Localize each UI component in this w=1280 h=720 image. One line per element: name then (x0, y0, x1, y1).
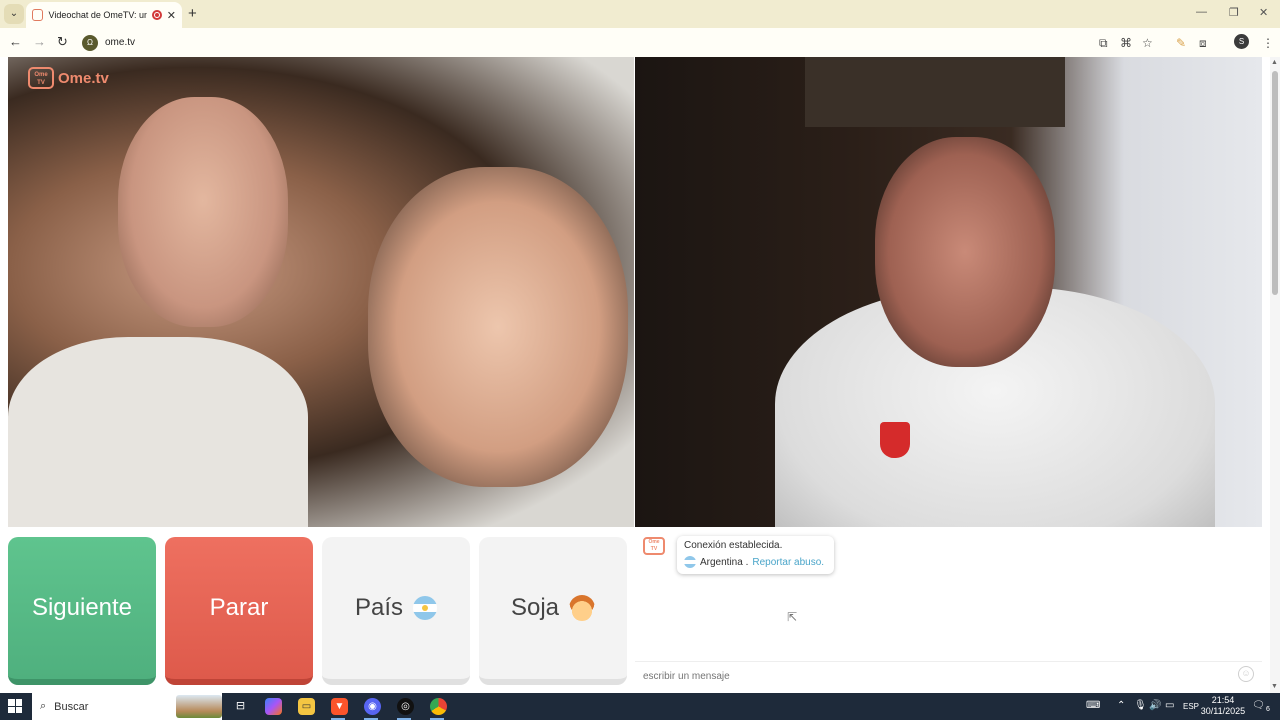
reload-icon[interactable]: ↻ (57, 34, 68, 50)
close-window-button[interactable]: ✕ (1259, 6, 1268, 19)
clock-time: 21:54 (1211, 695, 1235, 705)
keyboard-icon[interactable]: ⌨ (1086, 700, 1100, 711)
new-tab-button[interactable]: + (188, 5, 197, 22)
scroll-down-icon[interactable]: ▼ (1271, 683, 1278, 690)
notifications-icon[interactable]: 🗨 (1252, 700, 1265, 711)
address-bar[interactable]: Ω ome.tv (82, 33, 1092, 52)
windows-start-icon[interactable] (8, 699, 22, 713)
forward-arrow-icon[interactable]: → (33, 34, 46, 49)
mouse-cursor-icon: ⇱ (787, 610, 798, 624)
extensions-puzzle-icon[interactable]: ⧈ (1199, 36, 1207, 51)
gender-button-label: Soja (510, 594, 560, 621)
microphone-icon[interactable]: 🎙 (1134, 700, 1147, 711)
country-filter-button[interactable]: País (322, 537, 470, 685)
windows-taskbar: ⌕ Buscar ⊟ ▭ ▼ ◉ ◎ ⌨ ⌃ 🎙 🔊 ▭ ESP 21:54 3… (0, 693, 1280, 720)
next-button[interactable]: Siguiente (8, 537, 156, 685)
ometv-chat-icon: Ome TV (643, 537, 665, 555)
tray-expand-icon[interactable]: ⌃ (1117, 700, 1125, 711)
video-face-right (368, 167, 628, 487)
logo-text: Ome.tv (58, 69, 109, 87)
message-input[interactable] (635, 661, 1262, 691)
network-icon[interactable]: ▭ (1165, 700, 1174, 711)
self-video (635, 57, 1262, 527)
install-app-icon[interactable]: ⧉ (1099, 36, 1108, 51)
tab-close-button[interactable]: ✕ (167, 9, 176, 22)
argentina-flag-icon (684, 556, 696, 568)
emoji-smile-icon[interactable]: ☺ (1238, 666, 1254, 682)
boy-face-icon (569, 595, 596, 621)
report-abuse-link[interactable]: Reportar abuso. (752, 557, 824, 568)
chrome-icon[interactable] (430, 698, 447, 715)
task-view-icon[interactable]: ⊟ (232, 698, 249, 715)
discord-icon[interactable]: ◉ (364, 698, 381, 715)
obs-icon[interactable]: ◎ (397, 698, 414, 715)
gender-filter-button[interactable]: Soja (479, 537, 627, 685)
search-icon: ⌕ (40, 700, 47, 712)
video-shirt-shape (8, 337, 308, 527)
stop-button-label: Parar (209, 594, 269, 621)
country-button-label: País (354, 594, 404, 621)
minimize-button[interactable]: — (1196, 6, 1207, 18)
next-button-label: Siguiente (31, 594, 133, 621)
video-shirt-badge (880, 422, 910, 458)
taskbar-search-box[interactable]: ⌕ Buscar (32, 693, 222, 720)
file-explorer-icon[interactable]: ▭ (298, 698, 315, 715)
chat-panel: Ome TV Conexión establecida. Argentina .… (635, 527, 1262, 693)
language-indicator[interactable]: ESP (1183, 702, 1199, 711)
video-banner-shape (805, 57, 1065, 127)
notification-count: 6 (1266, 706, 1270, 713)
recording-icon (152, 10, 162, 20)
bookmark-star-icon[interactable]: ☆ (1142, 36, 1153, 50)
more-menu-icon[interactable]: ⋮ (1262, 36, 1274, 50)
tab-strip: ⌄ Videochat de OmeTV: una ... ✕ + — ❐ ✕ (0, 0, 1280, 28)
search-highlight-image (176, 695, 222, 718)
stop-button[interactable]: Parar (165, 537, 313, 685)
tab-title: Videochat de OmeTV: una ... (48, 10, 148, 20)
extension-icon[interactable]: ✎ (1176, 36, 1186, 50)
system-message: Conexión establecida. Argentina . Report… (677, 536, 834, 574)
copilot-icon[interactable] (265, 698, 282, 715)
video-face-left (118, 97, 288, 327)
partner-country-text: Argentina . (700, 556, 749, 568)
stranger-video: Ome TV Ome.tv (8, 57, 634, 527)
translate-icon[interactable]: ⌘ (1120, 36, 1132, 50)
brave-browser-icon[interactable]: ▼ (331, 698, 348, 715)
profile-avatar[interactable]: S (1234, 34, 1249, 49)
page-scrollbar[interactable]: ▲ ▼ (1270, 57, 1280, 693)
site-info-icon[interactable]: Ω (82, 34, 98, 51)
browser-toolbar: ← → ↻ Ω ome.tv ⧉ ⌘ ☆ ✎ ⧈ ⋮ (0, 28, 1280, 57)
page-content: Ome TV Ome.tv Siguiente Parar País Soja … (0, 57, 1270, 693)
scroll-up-icon[interactable]: ▲ (1271, 59, 1278, 66)
clock-date: 30/11/2025 (1200, 706, 1246, 716)
tab-search-button[interactable]: ⌄ (4, 4, 24, 24)
argentina-flag-icon (413, 596, 438, 620)
back-arrow-icon[interactable]: ← (9, 34, 22, 49)
video-head-shape (875, 137, 1055, 367)
browser-tab[interactable]: Videochat de OmeTV: una ... ✕ (26, 2, 182, 28)
volume-icon[interactable]: 🔊 (1149, 700, 1161, 711)
tv-logo-icon: Ome TV (28, 67, 54, 89)
ometv-logo: Ome TV Ome.tv (28, 67, 109, 89)
connection-status-text: Conexión establecida. (684, 540, 783, 551)
taskbar-search-label: Buscar (54, 700, 89, 713)
scrollbar-thumb[interactable] (1272, 71, 1278, 295)
url-text[interactable]: ome.tv (105, 37, 135, 48)
tab-favicon-icon (32, 9, 44, 21)
restore-button[interactable]: ❐ (1229, 6, 1239, 19)
taskbar-clock[interactable]: 21:54 30/11/2025 (1200, 695, 1246, 717)
